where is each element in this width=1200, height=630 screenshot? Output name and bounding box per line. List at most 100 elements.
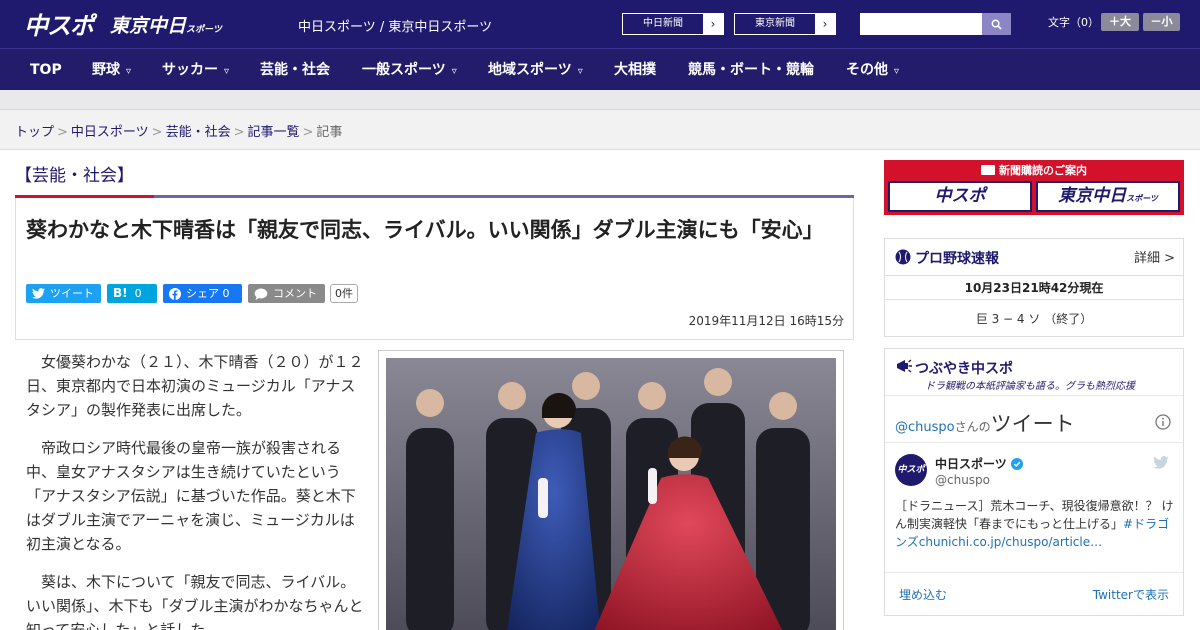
font-larger-button[interactable]: ＋大 — [1101, 13, 1139, 31]
paper-link-label: 東京新聞 — [735, 14, 815, 34]
article-photo[interactable] — [386, 358, 836, 630]
comment-button[interactable]: コメント — [248, 284, 325, 303]
hatena-bookmark-button[interactable]: B! 0 — [107, 284, 157, 303]
view-on-twitter-link[interactable]: Twitterで表示 — [1093, 586, 1169, 603]
baseball-score[interactable]: 巨 3 − 4 ソ （終了） — [885, 310, 1183, 327]
article-paragraph: 帝政ロシア時代最後の皇帝一族が殺害される中、皇女アナスタシアは生き続けていたとい… — [26, 439, 356, 553]
subscription-banner[interactable]: 新聞購読のご案内 中スポ 東京中日スポーツ — [884, 160, 1184, 215]
nav-item-entertainment[interactable]: 芸能・社会 — [260, 49, 330, 91]
facebook-icon — [169, 287, 181, 300]
nav-item-other[interactable]: その他 ▿ — [846, 49, 899, 91]
info-icon[interactable] — [1155, 414, 1171, 430]
breadcrumb-top[interactable]: トップ — [15, 125, 54, 140]
breadcrumb-chunichi[interactable]: 中日スポーツ — [71, 125, 149, 140]
nav-label: その他 — [846, 62, 888, 78]
baseball-detail-link[interactable]: 詳細 > — [1134, 247, 1175, 266]
chunichi-sports-logo[interactable]: 中スポ — [24, 6, 94, 41]
breadcrumb-article-list[interactable]: 記事一覧 — [248, 125, 300, 140]
nav-item-general-sports[interactable]: 一般スポーツ ▿ — [362, 49, 457, 91]
nav-label: 競馬・ボート・競輪 — [688, 62, 814, 78]
subscribe-tokyo-button[interactable]: 東京中日スポーツ — [1036, 181, 1180, 212]
twitter-timeline: @chuspoさんのツイート 中スポ 中日スポーツ @chuspo ［ドラニュー… — [885, 395, 1183, 615]
nav-item-local-sports[interactable]: 地域スポーツ ▿ — [488, 49, 583, 91]
twitter-bird-icon[interactable] — [1153, 456, 1169, 469]
baseball-scores-widget: プロ野球速報 詳細 > 10月23日21時42分現在 巨 3 − 4 ソ （終了… — [884, 238, 1184, 337]
nav-item-sumo[interactable]: 大相撲 — [614, 49, 656, 91]
timeline-suffix: さんの — [954, 420, 991, 434]
nav-label: 地域スポーツ — [488, 62, 572, 78]
comment-count-badge: 0件 — [330, 284, 358, 303]
comment-label: コメント — [273, 287, 317, 300]
timeline-handle[interactable]: @chuspo — [895, 420, 955, 435]
search-icon — [991, 19, 1002, 30]
nav-label: サッカー — [162, 62, 218, 78]
nav-label: 芸能・社会 — [260, 62, 330, 78]
chunichi-shimbun-link[interactable]: 中日新聞 › — [622, 13, 724, 35]
account-avatar[interactable]: 中スポ — [895, 454, 927, 486]
nav-label: 一般スポーツ — [362, 62, 446, 78]
chevron-down-icon: ▿ — [451, 66, 457, 77]
search-input[interactable] — [860, 13, 982, 35]
breadcrumb-entertainment[interactable]: 芸能・社会 — [166, 125, 231, 140]
megaphone-icon — [897, 359, 912, 373]
embed-link[interactable]: 埋め込む — [899, 586, 947, 603]
facebook-share-button[interactable]: シェア 0 — [163, 284, 242, 303]
tokyo-chunichi-logo[interactable]: 東京中日スポーツ — [110, 11, 222, 38]
subscribe-chunichi-button[interactable]: 中スポ — [888, 181, 1032, 212]
category-heading: 【芸能・社会】 — [15, 166, 134, 186]
subscription-title: 新聞購読のご案内 — [884, 162, 1184, 178]
baseball-title: プロ野球速報 — [915, 251, 999, 267]
nav-label: 大相撲 — [614, 62, 656, 78]
tweet-button[interactable]: ツイート — [26, 284, 101, 303]
chevron-down-icon: ▿ — [894, 66, 900, 77]
site-name: 中日スポーツ / 東京中日スポーツ — [298, 20, 493, 35]
header-band — [0, 90, 1200, 110]
breadcrumb-current: 記事 — [316, 125, 343, 140]
chevron-down-icon: ▿ — [577, 66, 583, 77]
article-headline: 葵わかなと木下晴香は「親友で同志、ライバル。いい関係」ダブル主演にも「安心」 — [26, 218, 824, 242]
search-button[interactable] — [982, 13, 1011, 35]
nav-item-top[interactable]: TOP — [30, 49, 62, 91]
timeline-divider — [885, 442, 1183, 443]
hatena-icon: B! — [113, 286, 128, 300]
baseball-timestamp: 10月23日21時42分現在 — [964, 281, 1104, 295]
chevron-down-icon: ▿ — [126, 66, 132, 77]
main-nav: TOP 野球 ▿ サッカー ▿ 芸能・社会 一般スポーツ ▿ 地域スポーツ ▿ 大相撲 … — [0, 48, 1200, 90]
tokyo-logo-text: 東京中日 — [110, 15, 187, 37]
breadcrumb-separator: > — [57, 125, 68, 140]
tokyo-logo-sub: スポーツ — [186, 25, 222, 35]
timeline-header: @chuspoさんのツイート — [895, 408, 1075, 438]
timeline-footer: 埋め込む Twitterで表示 — [885, 572, 1183, 616]
article-body: 女優葵わかな（２１）、木下晴香（２０）が１２日、東京都内で日本初演のミュージカル… — [26, 350, 366, 630]
twitter-widget: つぶやき中スポ ドラ観戦の本紙評論家も語る。グラも熱烈応援 @chuspoさんの… — [884, 348, 1184, 616]
tokyo-shimbun-link[interactable]: 東京新聞 › — [734, 13, 836, 35]
account-name-text: 中日スポーツ — [935, 457, 1007, 471]
facebook-label: シェア 0 — [186, 287, 230, 300]
subscribe-tokyo-label: 東京中日 — [1058, 186, 1127, 206]
account-handle[interactable]: @chuspo — [935, 473, 990, 487]
account-name[interactable]: 中日スポーツ — [935, 455, 1023, 472]
breadcrumb: トップ > 中日スポーツ > 芸能・社会 > 記事一覧 > 記事 — [15, 121, 342, 140]
baseball-timestamp-rule — [885, 299, 1183, 300]
chevron-right-icon: › — [815, 14, 835, 34]
font-smaller-button[interactable]: －小 — [1143, 13, 1180, 31]
twitter-widget-subtitle: ドラ観戦の本紙評論家も語る。グラも熱烈応援 — [925, 381, 1135, 392]
nav-label: 野球 — [92, 62, 120, 78]
font-size-label: 文字（0） — [1048, 16, 1099, 29]
breadcrumb-separator: > — [151, 125, 163, 140]
newspaper-icon — [981, 165, 995, 175]
tweet-label: ツイート — [50, 287, 94, 300]
nav-item-baseball[interactable]: 野球 ▿ — [92, 49, 131, 91]
nav-item-soccer[interactable]: サッカー ▿ — [162, 49, 229, 91]
top-header: 中スポ 東京中日スポーツ 中日スポーツ / 東京中日スポーツ 中日新聞 › 東京… — [0, 0, 1200, 48]
twitter-icon — [32, 288, 45, 299]
chevron-right-icon: › — [703, 14, 723, 34]
paper-link-label: 中日新聞 — [623, 14, 703, 34]
tweet-text: ［ドラニュース］荒木コーチ、現役復帰意欲！？ けん制実演軽快「春までにもっと仕上… — [895, 497, 1175, 551]
nav-label: TOP — [30, 62, 62, 78]
hatena-count: 0 — [134, 287, 142, 300]
article-paragraph: 女優葵わかな（２１）、木下晴香（２０）が１２日、東京都内で日本初演のミュージカル… — [26, 353, 364, 419]
nav-item-racing[interactable]: 競馬・ボート・競輪 — [688, 49, 814, 91]
chevron-down-icon: ▿ — [224, 66, 230, 77]
verified-icon — [1010, 458, 1023, 470]
